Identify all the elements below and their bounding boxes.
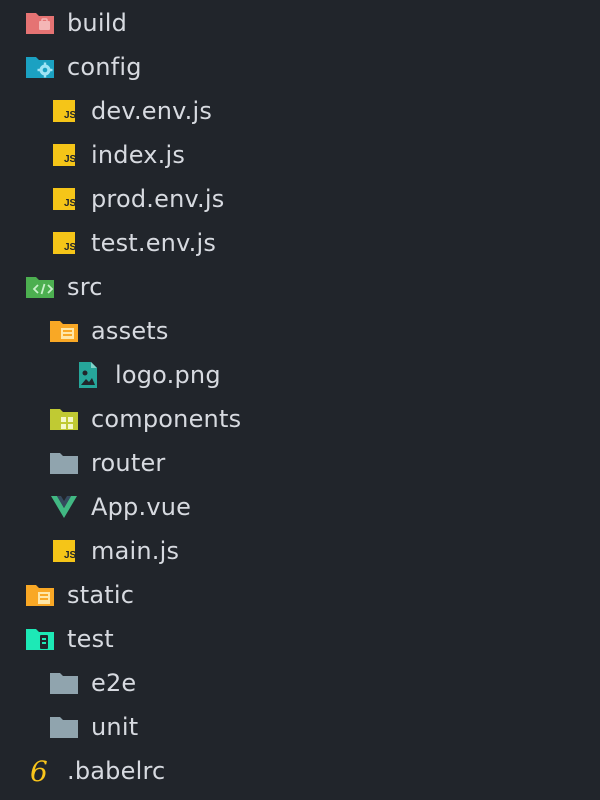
tree-item-label: build [67, 9, 128, 37]
image-file-icon [73, 360, 103, 390]
tree-item-static[interactable]: static [0, 573, 600, 617]
tree-item-app-vue[interactable]: App.vue [0, 485, 600, 529]
tree-item-build[interactable]: build [0, 1, 600, 45]
svg-text:JS: JS [64, 242, 77, 253]
folder-src-icon [25, 272, 55, 302]
tree-item-label: assets [91, 317, 169, 345]
tree-item-logo-png[interactable]: logo.png [0, 353, 600, 397]
svg-text:6: 6 [30, 757, 48, 785]
tree-item-main-js[interactable]: JS main.js [0, 529, 600, 573]
tree-item-test[interactable]: test [0, 617, 600, 661]
tree-item-label: unit [91, 713, 139, 741]
javascript-file-icon: JS [49, 140, 79, 170]
tree-item-dev-env-js[interactable]: JS dev.env.js [0, 89, 600, 133]
javascript-file-icon: JS [49, 96, 79, 126]
javascript-file-icon: JS [49, 536, 79, 566]
tree-item-label: test [67, 625, 114, 653]
folder-config-icon [25, 52, 55, 82]
tree-item-label: src [67, 273, 103, 301]
tree-item-assets[interactable]: assets [0, 309, 600, 353]
tree-item-prod-env-js[interactable]: JS prod.env.js [0, 177, 600, 221]
tree-item-test-env-js[interactable]: JS test.env.js [0, 221, 600, 265]
tree-item-label: prod.env.js [91, 185, 225, 213]
tree-item-config[interactable]: config [0, 45, 600, 89]
tree-item-e2e[interactable]: e2e [0, 661, 600, 705]
folder-test-icon [25, 624, 55, 654]
svg-text:JS: JS [64, 154, 77, 165]
svg-text:JS: JS [64, 550, 77, 561]
tree-item-label: components [91, 405, 242, 433]
folder-components-icon [49, 404, 79, 434]
tree-item-label: dev.env.js [91, 97, 213, 125]
tree-item-router[interactable]: router [0, 441, 600, 485]
folder-icon [49, 448, 79, 478]
folder-build-icon [25, 8, 55, 38]
tree-item-label: test.env.js [91, 229, 217, 257]
tree-item-unit[interactable]: unit [0, 705, 600, 749]
folder-icon [49, 668, 79, 698]
tree-item-index-js[interactable]: JS index.js [0, 133, 600, 177]
tree-item-babelrc[interactable]: 6 .babelrc [0, 749, 600, 793]
tree-item-label: .babelrc [67, 757, 166, 785]
tree-item-label: config [67, 53, 142, 81]
javascript-file-icon: JS [49, 184, 79, 214]
tree-item-src[interactable]: src [0, 265, 600, 309]
folder-icon [49, 712, 79, 742]
babel-file-icon: 6 [25, 756, 55, 786]
tree-item-label: logo.png [115, 361, 221, 389]
folder-assets-icon [49, 316, 79, 346]
tree-item-components[interactable]: components [0, 397, 600, 441]
tree-item-label: main.js [91, 537, 180, 565]
vue-file-icon [49, 492, 79, 522]
svg-text:JS: JS [64, 198, 77, 209]
tree-item-label: index.js [91, 141, 186, 169]
tree-item-label: App.vue [91, 493, 192, 521]
svg-text:JS: JS [64, 110, 77, 121]
file-explorer-tree: build config JS dev.env.js JS index.js J… [0, 0, 600, 800]
tree-item-label: router [91, 449, 166, 477]
folder-static-icon [25, 580, 55, 610]
tree-item-label: static [67, 581, 135, 609]
javascript-file-icon: JS [49, 228, 79, 258]
tree-item-label: e2e [91, 669, 137, 697]
